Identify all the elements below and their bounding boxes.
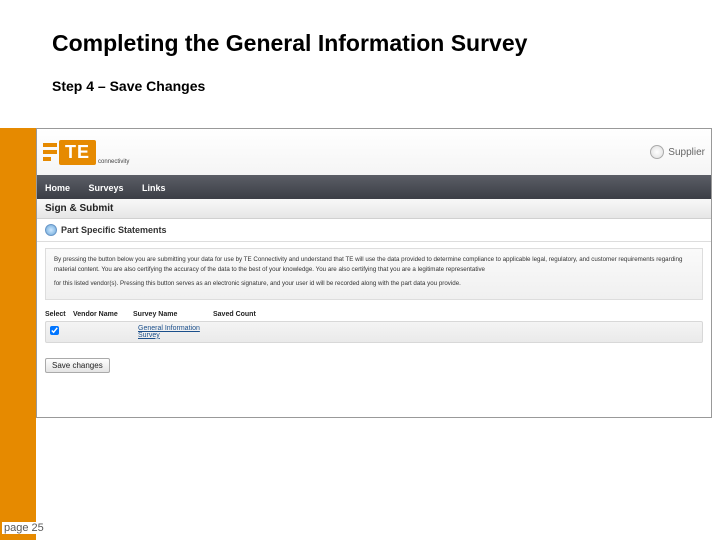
te-logo: TE connectivity bbox=[43, 140, 129, 165]
statements-line2: for this listed vendor(s). Pressing this… bbox=[54, 279, 694, 289]
save-button-wrap: Save changes bbox=[45, 355, 703, 373]
col-saved: Saved Count bbox=[213, 311, 263, 318]
app-header: TE connectivity Supplier bbox=[37, 129, 711, 175]
nav-surveys[interactable]: Surveys bbox=[88, 183, 123, 193]
survey-table: Select Vendor Name Survey Name Saved Cou… bbox=[45, 308, 703, 343]
role-label: Supplier bbox=[668, 147, 705, 158]
table-header-row: Select Vendor Name Survey Name Saved Cou… bbox=[45, 308, 703, 321]
row-survey-link[interactable]: General Information Survey bbox=[138, 325, 200, 339]
statements-line1: By pressing the button below you are sub… bbox=[54, 255, 694, 275]
nav-bar: Home Surveys Links bbox=[37, 175, 711, 199]
col-vendor: Vendor Name bbox=[73, 311, 133, 318]
page-number: page 25 bbox=[2, 522, 46, 534]
col-survey: Survey Name bbox=[133, 311, 213, 318]
te-logo-subtext: connectivity bbox=[98, 159, 129, 165]
user-icon bbox=[650, 145, 664, 159]
statements-body: By pressing the button below you are sub… bbox=[45, 248, 703, 300]
nav-home[interactable]: Home bbox=[45, 183, 70, 193]
slide-left-accent bbox=[0, 0, 36, 540]
section-sign-submit: Sign & Submit bbox=[37, 199, 711, 219]
te-logo-bars-icon bbox=[43, 143, 57, 161]
slide-subtitle: Step 4 – Save Changes bbox=[52, 78, 205, 94]
app-screenshot: TE connectivity Supplier Home Surveys Li… bbox=[36, 128, 712, 418]
row-select-cell bbox=[50, 326, 78, 337]
col-select: Select bbox=[45, 311, 73, 318]
row-select-checkbox[interactable] bbox=[50, 326, 59, 335]
statements-heading: Part Specific Statements bbox=[61, 225, 167, 235]
role-indicator: Supplier bbox=[650, 145, 705, 159]
nav-links[interactable]: Links bbox=[142, 183, 166, 193]
table-row: General Information Survey bbox=[45, 321, 703, 343]
te-logo-text: TE bbox=[59, 140, 96, 165]
statements-expand-icon bbox=[45, 224, 57, 236]
save-changes-button[interactable]: Save changes bbox=[45, 358, 110, 373]
slide-left-accent-cutout bbox=[0, 0, 36, 128]
statements-header[interactable]: Part Specific Statements bbox=[37, 219, 711, 242]
slide-title: Completing the General Information Surve… bbox=[52, 30, 527, 57]
